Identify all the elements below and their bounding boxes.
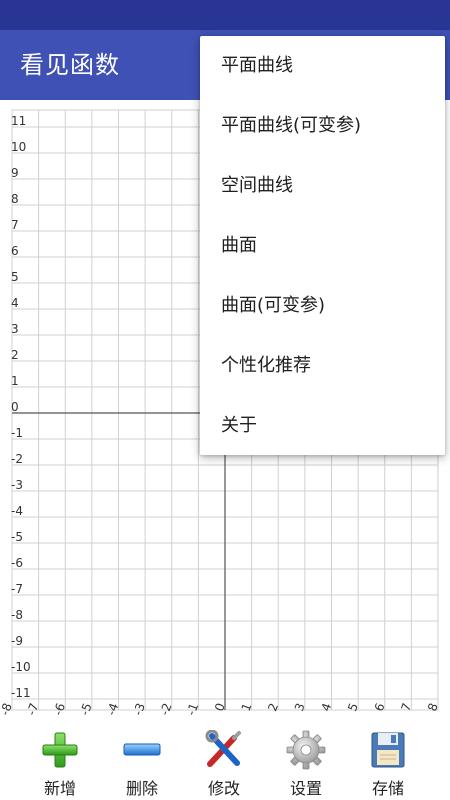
y-tick-label: -11 (11, 686, 31, 700)
y-tick-label: -1 (11, 426, 23, 440)
y-tick-label: -10 (11, 660, 31, 674)
y-tick-label: 0 (11, 400, 19, 414)
plus-icon (42, 732, 78, 768)
app-title: 看见函数 (20, 51, 120, 79)
delete-button[interactable]: 删除 (107, 730, 177, 798)
settings-button-label: 设置 (289, 779, 322, 798)
x-tick-label: -8 (0, 701, 15, 717)
menu-item-space-curve[interactable]: 空间曲线 (200, 156, 445, 216)
edit-button-label: 修改 (207, 779, 240, 798)
y-tick-label: -5 (11, 530, 23, 544)
add-button[interactable]: 新增 (25, 730, 95, 798)
menu-item-about[interactable]: 关于 (200, 396, 445, 456)
status-bar (0, 0, 450, 30)
y-tick-label: 1 (11, 374, 19, 388)
save-button[interactable]: 存储 (353, 730, 423, 798)
y-tick-label: 2 (11, 348, 19, 362)
y-tick-label: -9 (11, 634, 23, 648)
x-axis-tick-labels: -8 -7 -6 -5 -4 -3 -2 -1 0 1 2 3 4 5 6 7 8 (0, 701, 441, 717)
y-tick-label: 9 (11, 166, 19, 180)
y-tick-label: 10 (11, 140, 26, 154)
menu-item-surface[interactable]: 曲面 (200, 216, 445, 276)
y-tick-label: 3 (11, 322, 19, 336)
bottom-toolbar: 新增 删除 修改 设置 存储 (0, 720, 450, 800)
menu-item-plane-curve[interactable]: 平面曲线 (200, 36, 445, 96)
gear-icon (286, 730, 326, 770)
delete-button-label: 删除 (125, 779, 158, 798)
menu-item-plane-curve-variable[interactable]: 平面曲线(可变参) (200, 96, 445, 156)
overflow-menu: 平面曲线 平面曲线(可变参) 空间曲线 曲面 曲面(可变参) 个性化推荐 关于 (200, 36, 445, 455)
add-button-label: 新增 (43, 779, 76, 798)
menu-item-recommendations[interactable]: 个性化推荐 (200, 336, 445, 396)
y-axis-tick-labels: 11109876543210-1-2-3-4-5-6-7-8-9-10-11 (11, 114, 31, 700)
y-tick-label: -4 (11, 504, 23, 518)
save-button-label: 存储 (371, 779, 404, 798)
y-tick-label: 8 (11, 192, 19, 206)
y-tick-label: 5 (11, 270, 19, 284)
y-tick-label: -7 (11, 582, 23, 596)
y-tick-label: 7 (11, 218, 19, 232)
tools-icon (205, 730, 241, 767)
settings-button[interactable]: 设置 (271, 730, 341, 798)
y-tick-label: -3 (11, 478, 23, 492)
y-tick-label: -8 (11, 608, 23, 622)
minus-icon (123, 743, 161, 756)
y-tick-label: 6 (11, 244, 19, 258)
edit-button[interactable]: 修改 (189, 730, 259, 798)
y-tick-label: 11 (11, 114, 26, 128)
y-tick-label: -6 (11, 556, 23, 570)
floppy-disk-icon (371, 732, 405, 768)
y-tick-label: -2 (11, 452, 23, 466)
menu-item-surface-variable[interactable]: 曲面(可变参) (200, 276, 445, 336)
y-tick-label: 4 (11, 296, 19, 310)
